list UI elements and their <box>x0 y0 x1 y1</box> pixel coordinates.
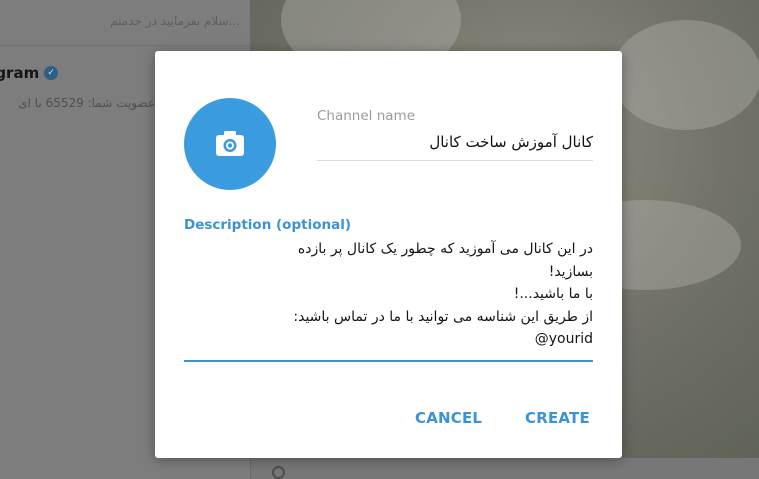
description-line: با ما باشید...! <box>513 286 593 302</box>
description-line: yourid@ <box>534 331 593 347</box>
chat-item[interactable]: legram ✓ <box>0 64 59 82</box>
search-icon[interactable] <box>272 466 285 479</box>
chat-preview-text: عضویت شما: 65529 با ای <box>18 96 155 110</box>
channel-photo-button[interactable] <box>184 98 276 190</box>
create-button[interactable]: CREATE <box>525 409 590 427</box>
chat-preview-text: ...سلام بفرمایید در خدمتم <box>110 14 240 28</box>
channel-name-underline <box>317 160 593 161</box>
verified-badge-icon: ✓ <box>44 66 59 80</box>
channel-name-label: Channel name <box>317 108 416 124</box>
description-line: در این کانال می آموزید که چطور یک کانال … <box>297 241 593 257</box>
description-label: Description (optional) <box>184 217 351 233</box>
new-channel-dialog: Channel name کانال آموزش ساخت کانال Desc… <box>155 51 622 458</box>
divider <box>0 45 250 46</box>
description-underline <box>184 360 593 362</box>
description-line: بسازید! <box>548 263 593 280</box>
description-input[interactable]: در این کانال می آموزید که چطور یک کانال … <box>184 238 593 351</box>
camera-icon <box>216 131 244 156</box>
chat-title: legram <box>0 64 40 82</box>
bottom-bar <box>251 458 759 479</box>
channel-name-input[interactable]: کانال آموزش ساخت کانال <box>317 133 593 151</box>
description-line: از طریق این شناسه می توانید با ما در تما… <box>293 308 593 325</box>
cancel-button[interactable]: CANCEL <box>415 409 482 427</box>
